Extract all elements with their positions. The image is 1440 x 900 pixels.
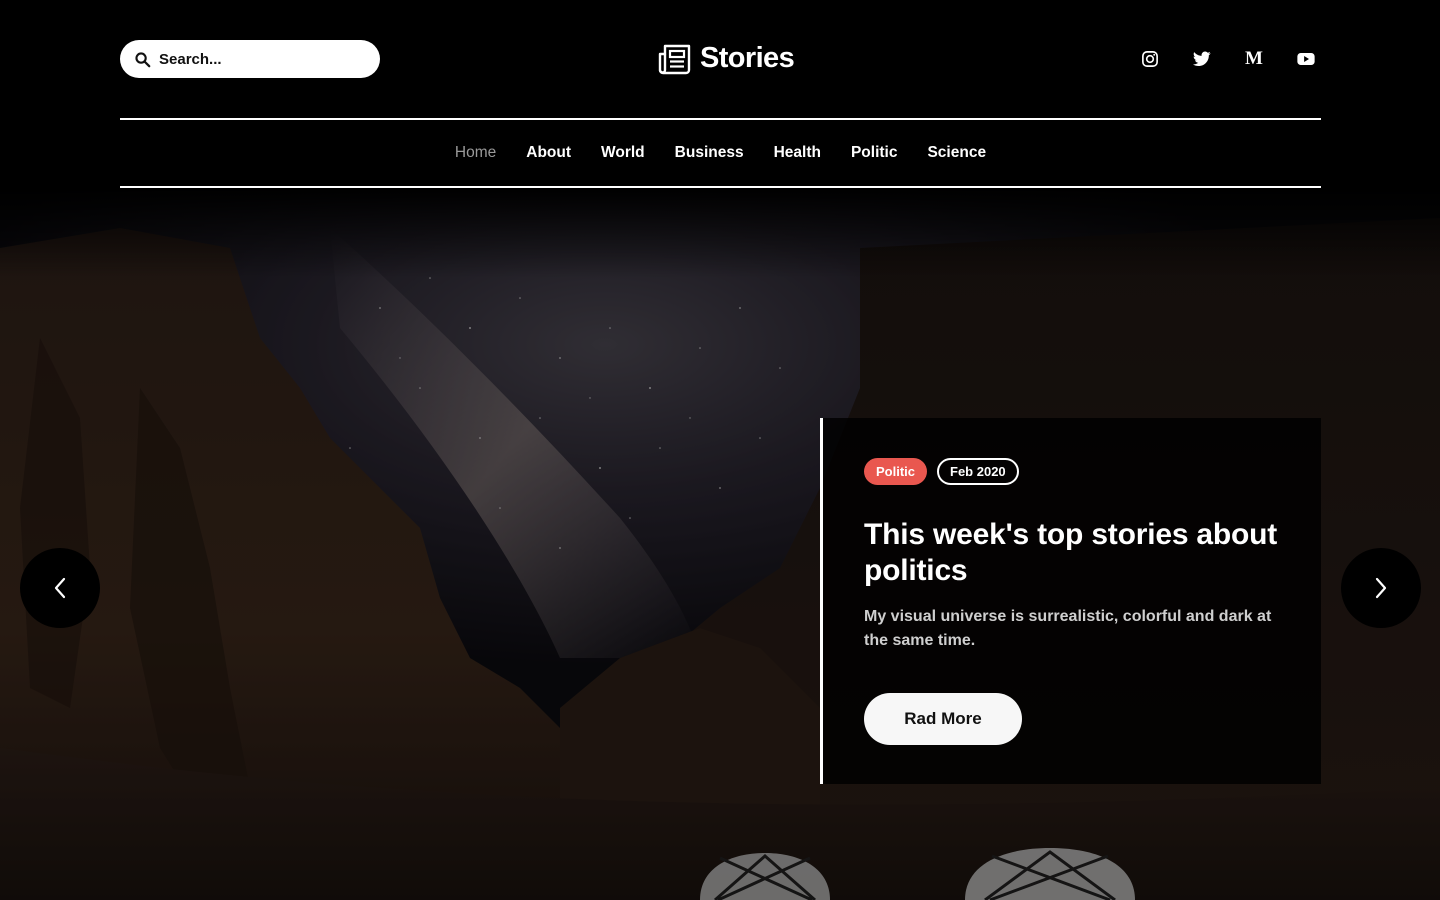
search-input[interactable]: [159, 50, 366, 68]
main-nav: Home About World Business Health Politic…: [120, 118, 1321, 188]
nav-item-about[interactable]: About: [526, 144, 571, 162]
nav-item-health[interactable]: Health: [774, 144, 821, 162]
nav-item-science[interactable]: Science: [927, 144, 986, 162]
instagram-icon[interactable]: [1141, 50, 1159, 68]
social-links: M: [1141, 49, 1315, 68]
chevron-left-icon: [54, 577, 66, 599]
twitter-icon[interactable]: [1193, 50, 1211, 68]
story-title[interactable]: This week's top stories about politics: [864, 517, 1284, 589]
site-logo[interactable]: Stories: [658, 42, 795, 75]
brand-name: Stories: [700, 42, 795, 74]
featured-story-card: Politic Feb 2020 This week's top stories…: [820, 418, 1321, 784]
youtube-icon[interactable]: [1297, 50, 1315, 68]
story-tags: Politic Feb 2020: [864, 458, 1281, 485]
hero-slider: Politic Feb 2020 This week's top stories…: [0, 188, 1440, 900]
next-slide-button[interactable]: [1341, 548, 1421, 628]
date-tag: Feb 2020: [937, 458, 1019, 485]
medium-icon[interactable]: M: [1245, 49, 1263, 68]
nav-item-world[interactable]: World: [601, 144, 645, 162]
newspaper-icon: [658, 44, 691, 74]
read-more-button[interactable]: Rad More: [864, 693, 1022, 745]
search-icon: [135, 51, 151, 67]
search-box[interactable]: [120, 40, 380, 78]
site-header: Stories M: [120, 0, 1321, 118]
chevron-right-icon: [1375, 577, 1387, 599]
nav-item-business[interactable]: Business: [675, 144, 744, 162]
nav-item-home[interactable]: Home: [455, 144, 496, 162]
story-description: My visual universe is surrealistic, colo…: [864, 608, 1272, 649]
prev-slide-button[interactable]: [20, 548, 100, 628]
page: Stories M: [0, 0, 1440, 900]
nav-item-politic[interactable]: Politic: [851, 144, 898, 162]
category-tag[interactable]: Politic: [864, 458, 928, 485]
